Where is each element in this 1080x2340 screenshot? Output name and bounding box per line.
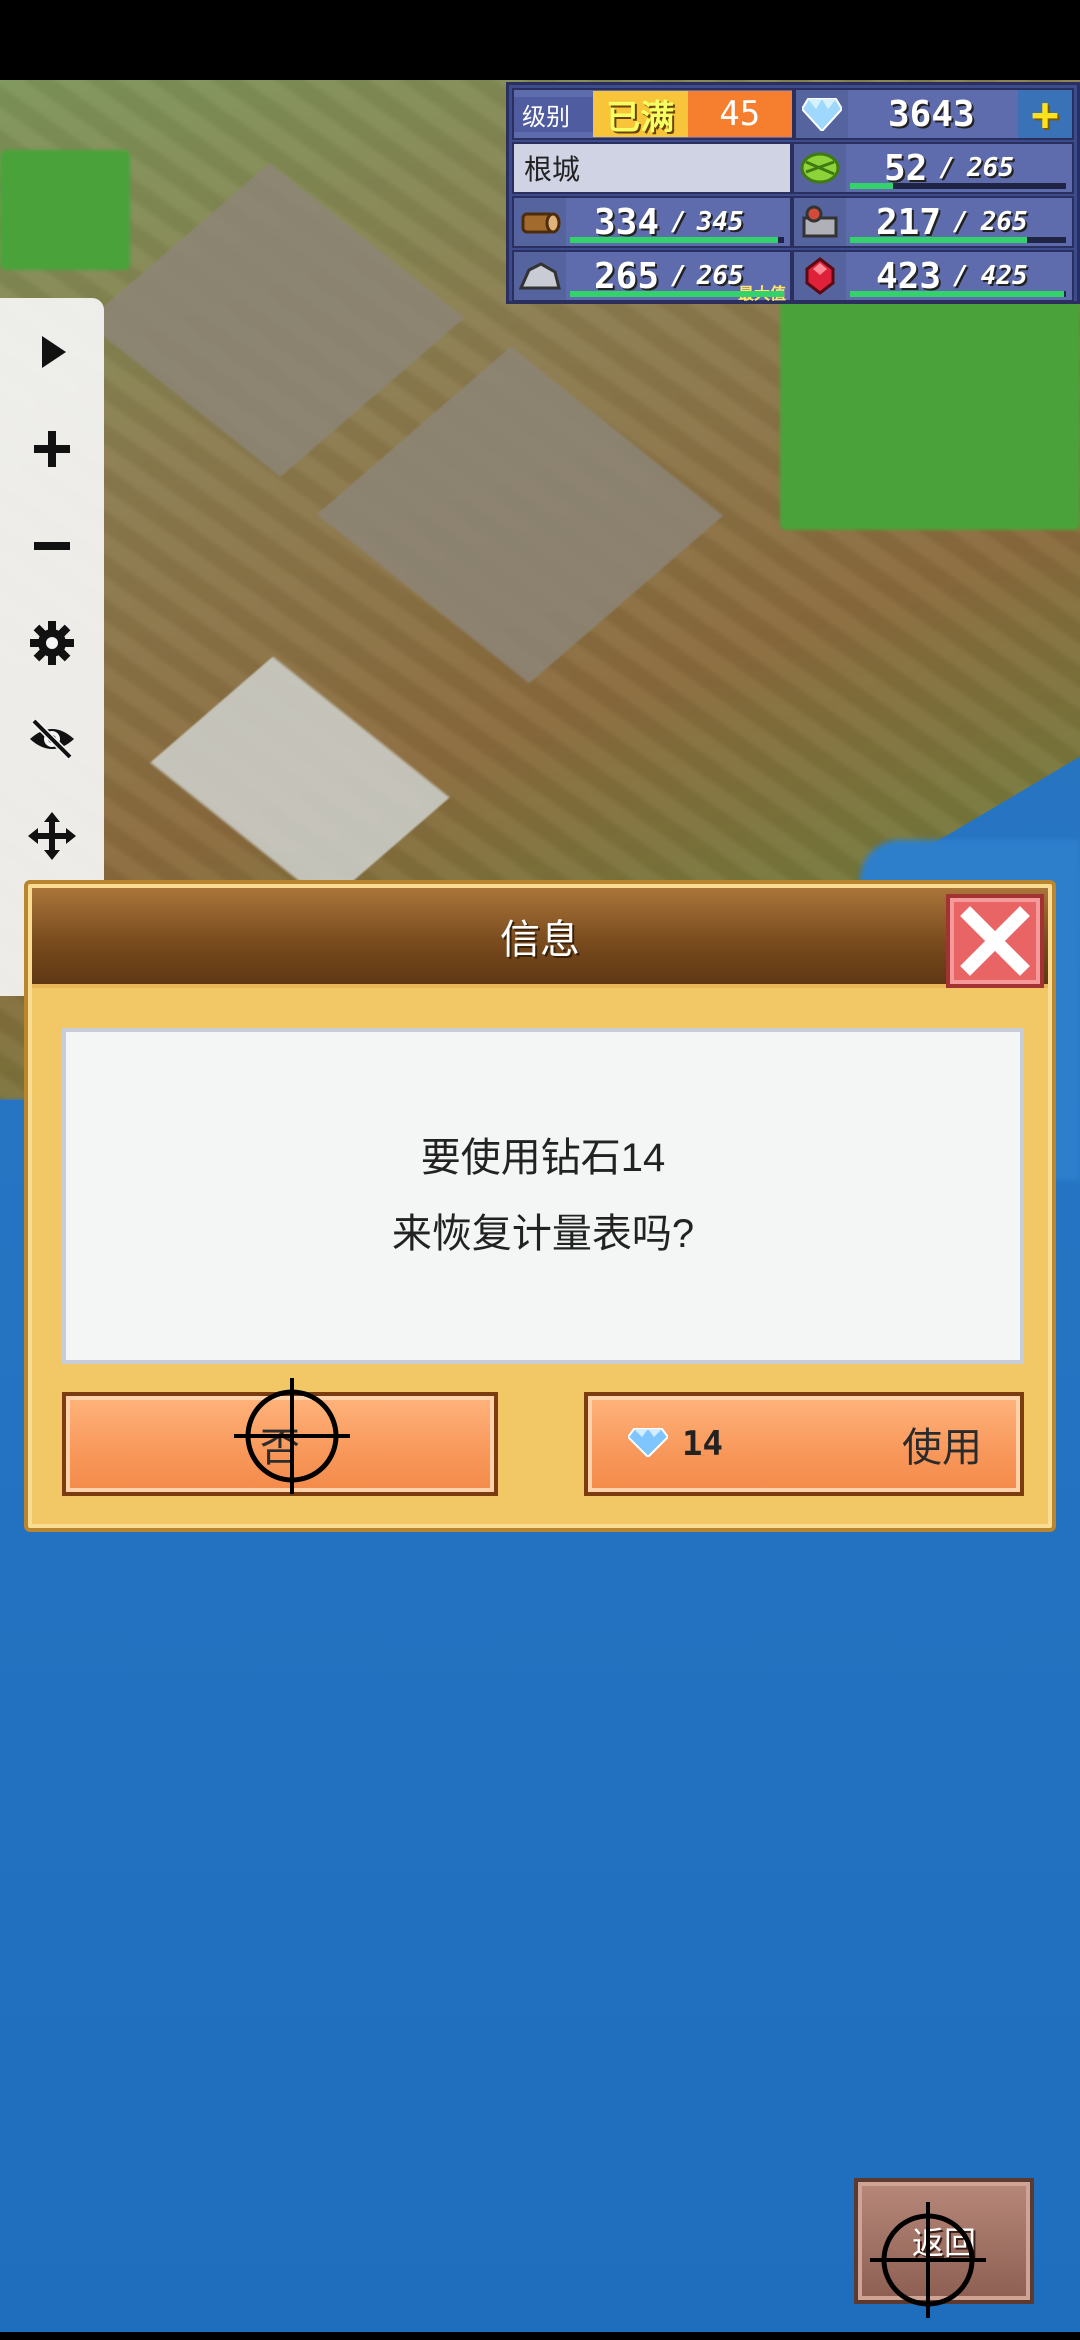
dialog-title: 信息 [500, 918, 580, 962]
level-max-badge: 已满 [592, 91, 688, 138]
navigation-bar [0, 2332, 1080, 2340]
diamond-panel: 3643 + [794, 87, 1074, 141]
wood-separator: / [671, 207, 687, 237]
ore-panel: 265 / 265 最大值 [512, 250, 792, 303]
food-max: 265 [967, 153, 1014, 183]
use-button-label: 使用 [902, 1426, 982, 1470]
dialog-header: 信息 [32, 888, 1048, 988]
play-button[interactable] [17, 318, 87, 386]
town-name: 根城 [512, 142, 792, 194]
dialog-message: 要使用钻石14 来恢复计量表吗? [62, 1028, 1024, 1364]
wood-bar [570, 237, 784, 243]
tools-max: 265 [980, 207, 1028, 237]
dialog-close-button[interactable] [946, 894, 1044, 988]
diamond-icon [626, 1422, 670, 1467]
crosshair-icon [870, 2202, 986, 2318]
level-label: 级别 [514, 96, 593, 132]
move-button[interactable] [17, 802, 87, 870]
eye-off-icon [30, 718, 74, 760]
ruby-icon [794, 252, 846, 300]
status-bar [0, 0, 1080, 80]
ore-max: 265 [696, 261, 744, 291]
resource-hud: 级别 已满 45 3643 + 根城 52 / 265 334 / 345 21… [506, 82, 1080, 304]
tools-separator: / [953, 207, 969, 237]
close-icon [960, 906, 1030, 976]
food-separator: / [939, 153, 956, 183]
diamond-count: 3643 [888, 93, 975, 135]
crosshair-icon [234, 1378, 350, 1494]
food-bar [850, 183, 1066, 189]
settings-button[interactable] [17, 609, 87, 677]
zoom-out-button[interactable] [17, 512, 87, 580]
level-panel: 级别 已满 45 [512, 88, 794, 140]
ruby-max: 425 [980, 261, 1028, 291]
message-line-2: 来恢复计量表吗? [391, 1212, 695, 1256]
grass-area [780, 270, 1080, 530]
zoom-in-button[interactable] [17, 415, 87, 483]
ore-icon [514, 252, 566, 300]
wood-max: 345 [696, 207, 744, 237]
plus-icon [34, 430, 70, 467]
ore-bar [570, 291, 784, 297]
message-line-1: 要使用钻石14 [420, 1136, 666, 1180]
diamond-icon [796, 90, 848, 138]
move-icon [28, 812, 76, 861]
ore-separator: / [671, 261, 687, 291]
ruby-bar [850, 291, 1066, 297]
ruby-panel: 423 / 425 [792, 250, 1074, 302]
level-value: 45 [687, 91, 792, 137]
gear-icon [30, 620, 74, 665]
wood-log-icon [514, 198, 566, 246]
info-dialog: 信息 要使用钻石14 来恢复计量表吗? 否 14 使用 [24, 880, 1056, 1532]
grass-area [0, 150, 130, 270]
minus-icon [34, 541, 70, 550]
use-diamonds-button[interactable]: 14 使用 [584, 1392, 1024, 1496]
hide-button[interactable] [17, 705, 87, 773]
wood-panel: 334 / 345 [512, 196, 792, 248]
food-panel: 52 / 265 [792, 142, 1074, 194]
ruby-separator: / [953, 261, 969, 291]
tools-bar [850, 237, 1066, 243]
wheat-icon [794, 144, 846, 192]
play-icon [42, 335, 66, 368]
tools-icon [794, 198, 846, 246]
tools-panel: 217 / 265 [792, 196, 1074, 248]
use-cost: 14 [682, 1424, 723, 1464]
add-diamonds-button[interactable]: + [1018, 87, 1072, 141]
